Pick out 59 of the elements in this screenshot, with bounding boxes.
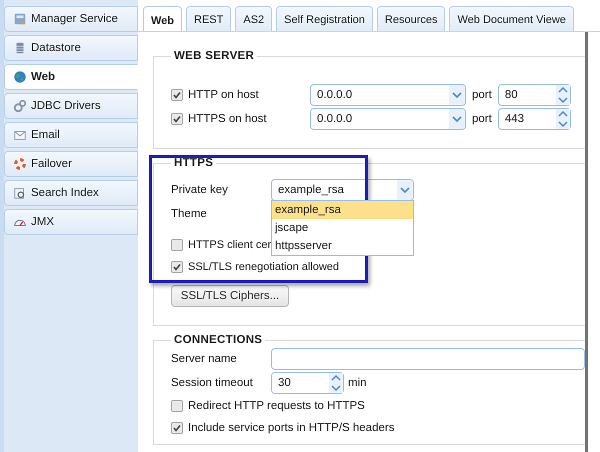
field-label: Private key <box>171 184 229 196</box>
tab[interactable]: Resources <box>376 6 446 31</box>
sidebar-item[interactable]: JDBC Drivers <box>4 93 138 119</box>
sidebar-item-icon <box>13 186 27 200</box>
tab[interactable]: REST <box>186 6 232 31</box>
sidebar-item-icon <box>13 157 27 171</box>
port-spinner[interactable]: 80 <box>498 84 571 106</box>
checkbox[interactable] <box>171 113 183 125</box>
sidebar-item[interactable]: Manager Service <box>4 6 138 32</box>
checkbox-label: Redirect HTTP requests to HTTPS <box>188 400 365 412</box>
sidebar-item-icon <box>13 12 27 26</box>
chevron-down-icon <box>400 186 410 194</box>
field-label: Server name <box>171 353 238 365</box>
field-label: Theme <box>171 208 208 220</box>
checkbox-label: Include service ports in HTTP/S headers <box>188 422 394 434</box>
ciphers-button[interactable]: SSL/TLS Ciphers... <box>171 285 289 307</box>
sidebar-item[interactable]: Failover <box>4 151 138 177</box>
server-name-field[interactable] <box>271 348 585 370</box>
spinner-arrows-icon[interactable] <box>329 373 343 393</box>
sidebar-item[interactable]: JMX <box>4 209 138 235</box>
checkbox-label: SSL/TLS renegotiation allowed <box>188 261 340 273</box>
checkbox[interactable] <box>171 261 183 273</box>
group-title: WEB SERVER <box>173 50 256 62</box>
host-select[interactable]: 0.0.0.0 <box>310 84 466 106</box>
checkbox[interactable] <box>171 400 183 412</box>
port-label: port <box>472 89 492 101</box>
spinner-arrows-icon[interactable] <box>556 85 570 105</box>
sidebar-item-icon <box>13 128 27 142</box>
port-label: port <box>472 113 492 125</box>
sidebar-item[interactable]: Search Index <box>4 180 138 206</box>
tab[interactable]: Self Registration <box>276 6 373 31</box>
group-title: CONNECTIONS <box>173 334 264 346</box>
dropdown-option[interactable]: example_rsa <box>272 201 413 219</box>
tab[interactable]: Web <box>143 6 182 31</box>
sidebar-item[interactable]: Email <box>4 122 138 148</box>
tab[interactable]: Web Document Viewe <box>449 6 574 31</box>
field-label: Session timeout <box>171 377 254 389</box>
private-key-select[interactable]: example_rsa <box>271 179 414 201</box>
unit-label: min <box>348 377 367 389</box>
checkbox[interactable] <box>171 239 183 251</box>
checkbox-label: HTTP on host <box>188 89 260 101</box>
sidebar-item[interactable]: Web <box>4 64 138 90</box>
sidebar-item-icon <box>13 99 27 113</box>
checkbox-label: HTTPS on host <box>188 113 268 125</box>
group-title: HTTPS <box>173 157 214 169</box>
spinner-arrows-icon[interactable] <box>556 109 570 129</box>
checkbox[interactable] <box>171 422 183 434</box>
host-select[interactable]: 0.0.0.0 <box>310 108 466 130</box>
chevron-down-icon <box>452 116 462 122</box>
checkbox-label: HTTPS client cer <box>188 239 272 251</box>
timeout-spinner[interactable]: 30 <box>271 372 344 394</box>
tab[interactable]: AS2 <box>235 6 272 31</box>
chevron-down-icon <box>452 92 462 98</box>
checkbox[interactable] <box>171 89 183 101</box>
dropdown-option[interactable]: httpsserver <box>272 237 413 255</box>
port-spinner[interactable]: 443 <box>498 108 571 130</box>
sidebar-item-icon <box>13 70 27 84</box>
sidebar-item[interactable]: Datastore <box>4 35 138 61</box>
dropdown-option[interactable]: jscape <box>272 219 413 237</box>
